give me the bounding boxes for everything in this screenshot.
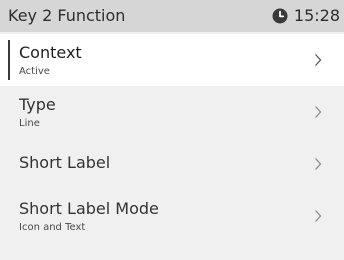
phone-screen: Key 2 Function 15:28 Context Active Type… (0, 0, 344, 260)
chevron-right-icon (315, 210, 322, 222)
menu-item-value: Line (19, 118, 40, 129)
clock-time: 15:28 (293, 6, 340, 25)
menu-item-label: Short Label Mode (19, 199, 159, 218)
menu-item-context[interactable]: Context Active (0, 34, 344, 86)
menu-item-label: Type (19, 95, 56, 114)
menu-item-value: Icon and Text (19, 222, 86, 233)
chevron-right-icon (315, 54, 322, 66)
chevron-right-icon (315, 106, 322, 118)
menu-item-label: Context (19, 43, 82, 62)
menu-item-type[interactable]: Type Line (0, 86, 344, 138)
status-area: 15:28 (272, 5, 340, 27)
menu-item-short-label-mode[interactable]: Short Label Mode Icon and Text (0, 190, 344, 242)
menu-item-label: Short Label (19, 153, 111, 172)
page-title: Key 2 Function (8, 6, 126, 25)
clock-icon (272, 8, 288, 24)
menu-item-short-label[interactable]: Short Label (0, 138, 344, 190)
title-bar: Key 2 Function 15:28 (0, 0, 344, 32)
menu-item-value: Active (19, 66, 50, 77)
selection-indicator (8, 40, 10, 80)
chevron-right-icon (315, 158, 322, 170)
menu-list: Context Active Type Line Short Label Sho… (0, 34, 344, 242)
